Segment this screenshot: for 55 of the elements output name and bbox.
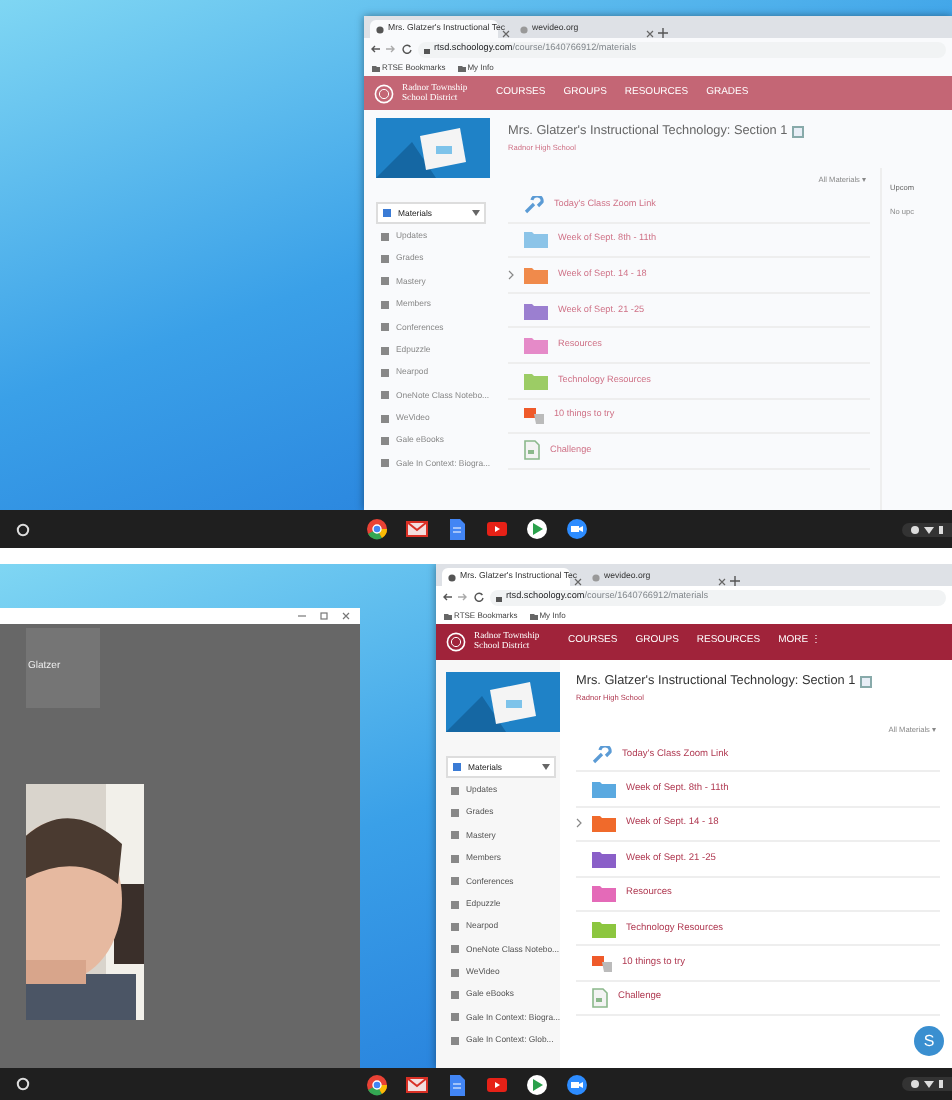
document-icon [592, 987, 608, 1008]
mail-icon[interactable] [405, 1073, 427, 1095]
battery-icon [938, 1079, 944, 1089]
discussion-icon [592, 953, 612, 974]
mail-icon[interactable] [405, 518, 427, 540]
play-video-icon[interactable] [485, 1073, 507, 1095]
globe-icon [592, 573, 600, 581]
discussion-icon [524, 405, 544, 426]
globe-icon [376, 25, 384, 33]
chevron-icon[interactable] [576, 818, 582, 829]
folder-icon [372, 65, 380, 71]
document-icon [524, 440, 540, 461]
settings-icon [910, 524, 920, 534]
globe-icon [520, 25, 528, 33]
folder-icon [444, 613, 452, 619]
back-icon[interactable] [370, 44, 380, 54]
settings-icon [910, 1079, 920, 1089]
status-tray[interactable] [902, 522, 952, 536]
course-banner-icon [376, 118, 490, 178]
caret-icon [472, 210, 480, 217]
close-icon[interactable] [502, 30, 510, 38]
reload-icon[interactable] [474, 592, 484, 602]
seal-icon [374, 83, 394, 103]
launcher-icon[interactable] [16, 522, 30, 536]
back-icon[interactable] [442, 592, 452, 602]
close-icon[interactable] [574, 578, 582, 586]
play-video-icon[interactable] [485, 518, 507, 540]
close-icon[interactable] [342, 612, 350, 620]
video-camera-icon[interactable] [565, 518, 587, 540]
maximize-icon[interactable] [320, 612, 328, 620]
battery-icon [938, 524, 944, 534]
new-tab-icon[interactable] [658, 28, 668, 38]
play-store-icon[interactable] [525, 1073, 547, 1095]
document-icon[interactable] [445, 518, 467, 540]
launcher-icon[interactable] [16, 1077, 30, 1091]
status-tray[interactable] [902, 1077, 952, 1091]
wifi-icon [924, 524, 934, 534]
video-camera-icon[interactable] [565, 1073, 587, 1095]
new-tab-icon[interactable] [730, 576, 740, 586]
close-icon[interactable] [646, 30, 654, 38]
wifi-icon [924, 1079, 934, 1089]
chrome-icon[interactable] [365, 518, 387, 540]
folder-icon [457, 65, 466, 71]
document-icon[interactable] [445, 1073, 467, 1095]
link-icon [524, 195, 544, 214]
caret-icon [542, 764, 550, 771]
chrome-icon[interactable] [365, 1073, 387, 1095]
folder-icon [529, 613, 538, 619]
reload-icon[interactable] [402, 44, 412, 54]
close-icon[interactable] [718, 578, 726, 586]
link-icon [592, 745, 612, 764]
seal-icon [446, 632, 466, 652]
play-store-icon[interactable] [525, 518, 547, 540]
chevron-icon[interactable] [508, 269, 514, 280]
globe-icon [448, 573, 456, 581]
